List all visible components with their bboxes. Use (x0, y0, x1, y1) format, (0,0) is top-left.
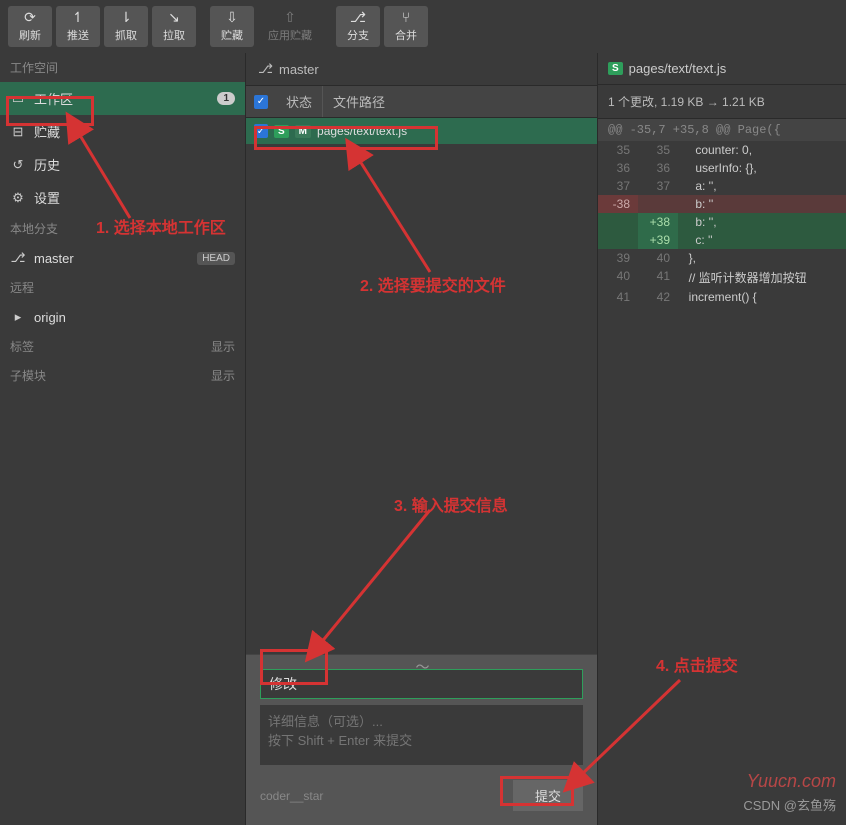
sidebar-item-origin[interactable]: ▸ origin (0, 302, 245, 332)
branch-icon: ⎇ (350, 10, 366, 24)
diff-file-header: Spages/text/text.js (598, 53, 846, 85)
sidebar-item-history[interactable]: ↺ 历史 (0, 148, 245, 181)
diff-lines: 3535 counter: 0,3636 userInfo: {},3737 a… (598, 141, 846, 306)
file-list-header: ✓ 状态 文件路径 (246, 86, 597, 118)
staged-badge: S (274, 125, 289, 138)
settings-label: 设置 (34, 188, 235, 207)
apply-stash-icon: ⇧ (284, 10, 296, 24)
stash-list-icon: ⊟ (10, 124, 26, 140)
diff-file-path: pages/text/text.js (629, 61, 727, 76)
local-branch-header: 本地分支 (0, 214, 245, 243)
branch-small-icon: ⎇ (258, 61, 273, 77)
sidebar-item-workspace[interactable]: ▭ 工作区 1 (0, 82, 245, 115)
remote-header: 远程 (0, 273, 245, 302)
diff-line[interactable]: 3636 userInfo: {}, (598, 159, 846, 177)
refresh-label: 刷新 (19, 27, 41, 43)
diff-staged-badge: S (608, 62, 623, 75)
current-branch: master (279, 62, 319, 77)
diff-line[interactable]: +38 b: '', (598, 213, 846, 231)
tags-header: 标签 显示 (0, 332, 245, 361)
commit-user: coder__star (260, 789, 323, 803)
workspace-label: 工作区 (34, 89, 209, 108)
col-status[interactable]: 状态 (276, 86, 323, 117)
main-area: 工作空间 ▭ 工作区 1 ⊟ 贮藏 ↺ 历史 ⚙ 设置 本地分支 ⎇ master H… (0, 53, 846, 825)
tags-show[interactable]: 显示 (211, 338, 235, 355)
toolbar: ⟳ 刷新 ↿ 推送 ⇂ 抓取 ↘ 拉取 ⇩ 贮藏 ⇧ 应用贮藏 ⎇ 分支 ⑂ 合并 (0, 0, 846, 53)
merge-label: 合并 (395, 27, 417, 43)
push-icon: ↿ (72, 10, 84, 24)
stash-icon: ⇩ (226, 10, 238, 24)
refresh-icon: ⟳ (24, 10, 36, 24)
stash-label: 贮藏 (221, 27, 243, 43)
stash-button[interactable]: ⇩ 贮藏 (210, 6, 254, 47)
file-path: pages/text/text.js (317, 124, 407, 138)
chevron-right-icon: ▸ (10, 309, 26, 325)
stash-label: 贮藏 (34, 122, 235, 141)
diff-line[interactable]: 4041 // 监听计数器增加按钮 (598, 267, 846, 288)
sidebar-item-settings[interactable]: ⚙ 设置 (0, 181, 245, 214)
diff-line[interactable]: +39 c: '' (598, 231, 846, 249)
apply-stash-label: 应用贮藏 (268, 27, 312, 43)
branch-button[interactable]: ⎇ 分支 (336, 6, 380, 47)
branch-tree-icon: ⎇ (10, 250, 26, 266)
history-icon: ↺ (10, 157, 26, 173)
push-label: 推送 (67, 27, 89, 43)
branch-name: master (34, 251, 189, 266)
commit-detail-input[interactable] (260, 705, 583, 765)
drag-handle-icon[interactable]: 〜 (246, 657, 597, 677)
submodule-show[interactable]: 显示 (211, 367, 235, 384)
submodule-header: 子模块 显示 (0, 361, 245, 390)
sidebar-item-stash[interactable]: ⊟ 贮藏 (0, 115, 245, 148)
file-row[interactable]: ✓ S M pages/text/text.js (246, 118, 597, 144)
diff-line[interactable]: -38 b: '' (598, 195, 846, 213)
pull-icon: ↘ (168, 10, 180, 24)
push-button[interactable]: ↿ 推送 (56, 6, 100, 47)
col-path[interactable]: 文件路径 (323, 86, 597, 117)
fetch-button[interactable]: ⇂ 抓取 (104, 6, 148, 47)
fetch-icon: ⇂ (120, 10, 132, 24)
diff-line[interactable]: 3940 }, (598, 249, 846, 267)
commit-area: 〜 coder__star 提交 (246, 654, 597, 825)
sidebar-item-branch-master[interactable]: ⎇ master HEAD (0, 243, 245, 273)
diff-line[interactable]: 3535 counter: 0, (598, 141, 846, 159)
file-list-body (246, 144, 597, 654)
sidebar: 工作空间 ▭ 工作区 1 ⊟ 贮藏 ↺ 历史 ⚙ 设置 本地分支 ⎇ master H… (0, 53, 246, 825)
refresh-button[interactable]: ⟳ 刷新 (8, 6, 52, 47)
history-label: 历史 (34, 155, 235, 174)
pull-button[interactable]: ↘ 拉取 (152, 6, 196, 47)
diff-line[interactable]: 3737 a: '', (598, 177, 846, 195)
branch-bar: ⎇ master (246, 53, 597, 86)
head-badge: HEAD (197, 252, 235, 265)
origin-label: origin (34, 310, 235, 325)
credit: CSDN @玄鱼殇 (743, 795, 836, 814)
workspace-count: 1 (217, 92, 235, 105)
diff-meta: 1 个更改, 1.19 KB → 1.21 KB (598, 85, 846, 119)
workspace-header: 工作空间 (0, 53, 245, 82)
apply-stash-button: ⇧ 应用贮藏 (258, 6, 322, 47)
diff-panel: Spages/text/text.js 1 个更改, 1.19 KB → 1.2… (598, 53, 846, 825)
tags-label: 标签 (10, 338, 34, 355)
folder-icon: ▭ (10, 91, 26, 107)
pull-label: 拉取 (163, 27, 185, 43)
submodule-label: 子模块 (10, 367, 46, 384)
merge-button[interactable]: ⑂ 合并 (384, 6, 428, 47)
file-checkbox[interactable]: ✓ (254, 124, 268, 138)
diff-line[interactable]: 4142 increment() { (598, 288, 846, 306)
branch-label: 分支 (347, 27, 369, 43)
modified-badge: M (295, 125, 311, 138)
commit-button[interactable]: 提交 (513, 780, 583, 811)
fetch-label: 抓取 (115, 27, 137, 43)
watermark: Yuucn.com (747, 771, 836, 792)
merge-icon: ⑂ (402, 10, 410, 24)
diff-hunk-header: @@ -35,7 +35,8 @@ Page({ (598, 119, 846, 141)
center-panel: ⎇ master ✓ 状态 文件路径 ✓ S M pages/text/text.… (246, 53, 598, 825)
gear-icon: ⚙ (10, 190, 26, 206)
select-all-checkbox[interactable]: ✓ (254, 95, 268, 109)
